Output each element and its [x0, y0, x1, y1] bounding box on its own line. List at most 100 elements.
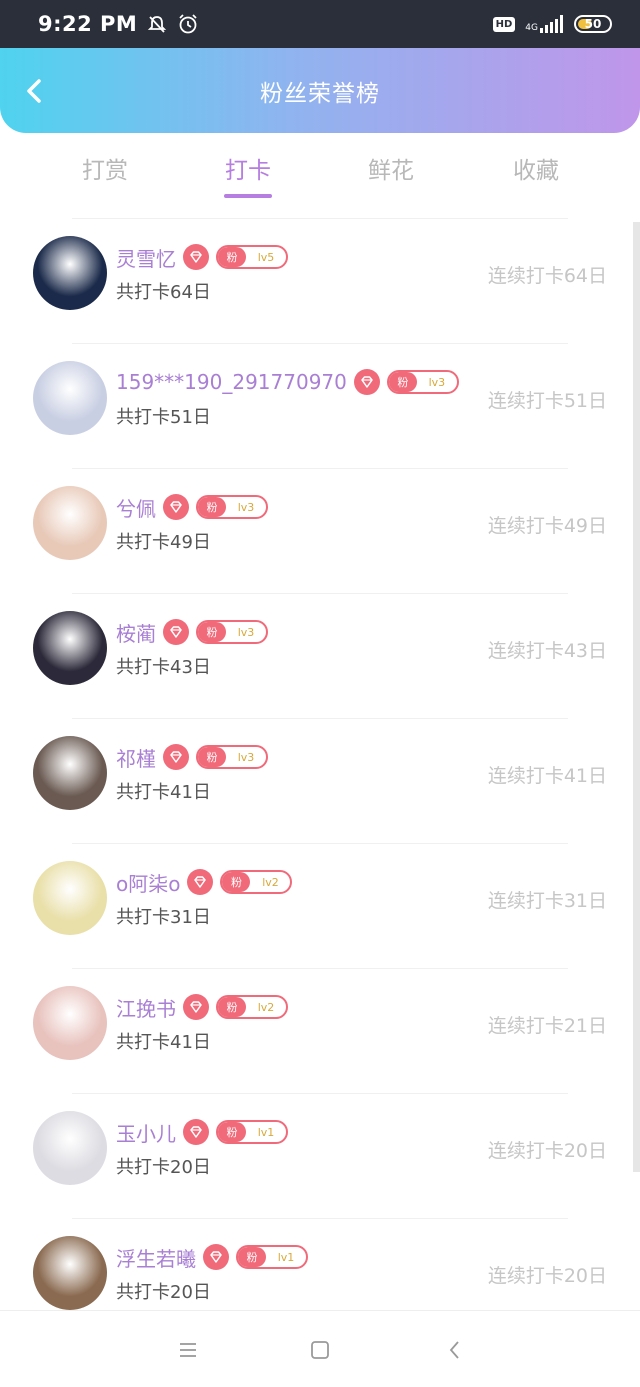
- status-time: 9:22 PM: [38, 12, 138, 36]
- list-item[interactable]: 玉小儿 粉 lv1 共打卡20日 连续打卡20日: [0, 1093, 640, 1218]
- total-checkin: 共打卡20日: [116, 1282, 211, 1303]
- avatar[interactable]: [33, 486, 107, 560]
- list-item[interactable]: 桉蔺 粉 lv3 共打卡43日 连续打卡43日: [0, 593, 640, 718]
- signal-icon: 4G: [525, 15, 564, 33]
- mute-bell-icon: [148, 16, 167, 33]
- user-name[interactable]: 兮佩: [116, 493, 156, 522]
- status-right: HD 4G 50: [492, 15, 612, 33]
- user-name[interactable]: 灵雪忆: [116, 243, 176, 272]
- fan-level-badge: 粉 lv1: [236, 1245, 308, 1269]
- avatar[interactable]: [33, 611, 107, 685]
- back-triangle-icon[interactable]: [443, 1338, 467, 1362]
- avatar[interactable]: [33, 861, 107, 935]
- divider: [72, 468, 568, 469]
- fan-level: lv2: [257, 1000, 275, 1014]
- fan-level-badge: 粉 lv3: [196, 495, 268, 519]
- status-bar: 9:22 PM HD 4G 50: [0, 0, 640, 48]
- list-item[interactable]: 江挽书 粉 lv2 共打卡41日 连续打卡21日: [0, 968, 640, 1093]
- avatar[interactable]: [33, 736, 107, 810]
- diamond-icon: [183, 994, 209, 1020]
- fan-level: lv2: [262, 875, 279, 889]
- fan-level-badge: 粉 lv5: [216, 245, 288, 269]
- fan-label: 粉: [218, 997, 246, 1017]
- total-checkin: 共打卡49日: [116, 532, 211, 553]
- fan-level-badge: 粉 lv2: [216, 995, 288, 1019]
- name-line: 江挽书 粉 lv2: [116, 992, 288, 1022]
- fan-label: 粉: [218, 247, 246, 267]
- name-line: o阿柒o 粉 lv2: [116, 867, 293, 897]
- divider: [72, 343, 568, 344]
- home-square-icon[interactable]: [308, 1338, 332, 1362]
- diamond-icon: [187, 869, 214, 895]
- fan-level-badge: 粉 lv3: [386, 370, 459, 394]
- fan-level-badge: 粉 lv3: [196, 620, 268, 644]
- user-name[interactable]: 桉蔺: [116, 618, 156, 647]
- list-item[interactable]: 兮佩 粉 lv3 共打卡49日 连续打卡49日: [0, 468, 640, 593]
- divider: [72, 843, 568, 844]
- user-name[interactable]: 浮生若曦: [116, 1243, 196, 1272]
- streak-checkin: 连续打卡21日: [487, 1015, 607, 1037]
- user-name[interactable]: 江挽书: [116, 993, 176, 1022]
- avatar[interactable]: [33, 236, 107, 310]
- diamond-icon: [163, 494, 189, 520]
- list-item[interactable]: 灵雪忆 粉 lv5 共打卡64日 连续打卡64日: [0, 218, 640, 343]
- avatar[interactable]: [33, 1236, 107, 1310]
- tab-flowers[interactable]: 鲜花: [341, 151, 441, 185]
- divider: [72, 1218, 568, 1219]
- name-line: 兮佩 粉 lv3: [116, 492, 268, 522]
- fan-level: lv1: [257, 1125, 275, 1139]
- page-title: 粉丝荣誉榜: [260, 80, 380, 107]
- list-item[interactable]: o阿柒o 粉 lv2 共打卡31日 连续打卡31日: [0, 843, 640, 968]
- system-nav-bar: [0, 1310, 640, 1387]
- divider: [72, 968, 568, 969]
- list-item[interactable]: 祁槿 粉 lv3 共打卡41日 连续打卡41日: [0, 718, 640, 843]
- divider: [72, 593, 568, 594]
- name-line: 灵雪忆 粉 lv5: [116, 242, 288, 272]
- header-bar: 粉丝荣誉榜: [0, 48, 640, 133]
- fan-level-badge: 粉 lv3: [196, 745, 268, 769]
- fan-level: lv3: [428, 375, 446, 389]
- tab-checkin[interactable]: 打卡: [198, 151, 298, 185]
- streak-checkin: 连续打卡49日: [487, 515, 607, 537]
- streak-checkin: 连续打卡20日: [487, 1265, 607, 1287]
- fan-level: lv3: [237, 625, 255, 639]
- tab-reward[interactable]: 打赏: [55, 151, 155, 185]
- total-checkin: 共打卡51日: [116, 407, 211, 428]
- tab-favorites[interactable]: 收藏: [486, 151, 586, 185]
- fan-label: 粉: [238, 1247, 266, 1267]
- user-name[interactable]: o阿柒o: [116, 868, 180, 897]
- divider: [72, 218, 568, 219]
- user-name[interactable]: 玉小儿: [116, 1118, 176, 1147]
- chevron-left-icon[interactable]: [20, 76, 50, 106]
- streak-checkin: 连续打卡51日: [487, 390, 607, 412]
- streak-checkin: 连续打卡43日: [487, 640, 607, 662]
- alarm-icon: [179, 14, 197, 34]
- fan-level: lv3: [237, 500, 255, 514]
- name-line: 玉小儿 粉 lv1: [116, 1117, 288, 1147]
- name-line: 浮生若曦 粉 lv1: [116, 1242, 308, 1272]
- diamond-icon: [183, 244, 209, 270]
- avatar[interactable]: [33, 986, 107, 1060]
- list-item[interactable]: 159***190_291770970 粉 lv3 共打卡51日 连续打卡51日: [0, 343, 640, 468]
- diamond-icon: [163, 744, 189, 770]
- avatar[interactable]: [33, 361, 107, 435]
- fan-level-badge: 粉 lv2: [220, 870, 293, 894]
- user-name[interactable]: 祁槿: [116, 743, 156, 772]
- total-checkin: 共打卡41日: [116, 782, 211, 803]
- avatar[interactable]: [33, 1111, 107, 1185]
- tab-bar: 打赏 打卡 鲜花 收藏: [0, 133, 640, 213]
- fan-label: 粉: [198, 747, 226, 767]
- hd-icon: HD: [492, 16, 516, 32]
- diamond-icon: [163, 619, 189, 645]
- total-checkin: 共打卡64日: [116, 282, 211, 303]
- total-checkin: 共打卡43日: [116, 657, 211, 678]
- diamond-icon: [203, 1244, 229, 1270]
- diamond-icon: [183, 1119, 209, 1145]
- fan-label: 粉: [198, 622, 226, 642]
- user-name[interactable]: 159***190_291770970: [116, 370, 347, 394]
- menu-icon[interactable]: [176, 1338, 200, 1362]
- fan-level: lv3: [237, 750, 255, 764]
- streak-checkin: 连续打卡31日: [487, 890, 607, 912]
- divider: [72, 718, 568, 719]
- diamond-icon: [353, 369, 380, 395]
